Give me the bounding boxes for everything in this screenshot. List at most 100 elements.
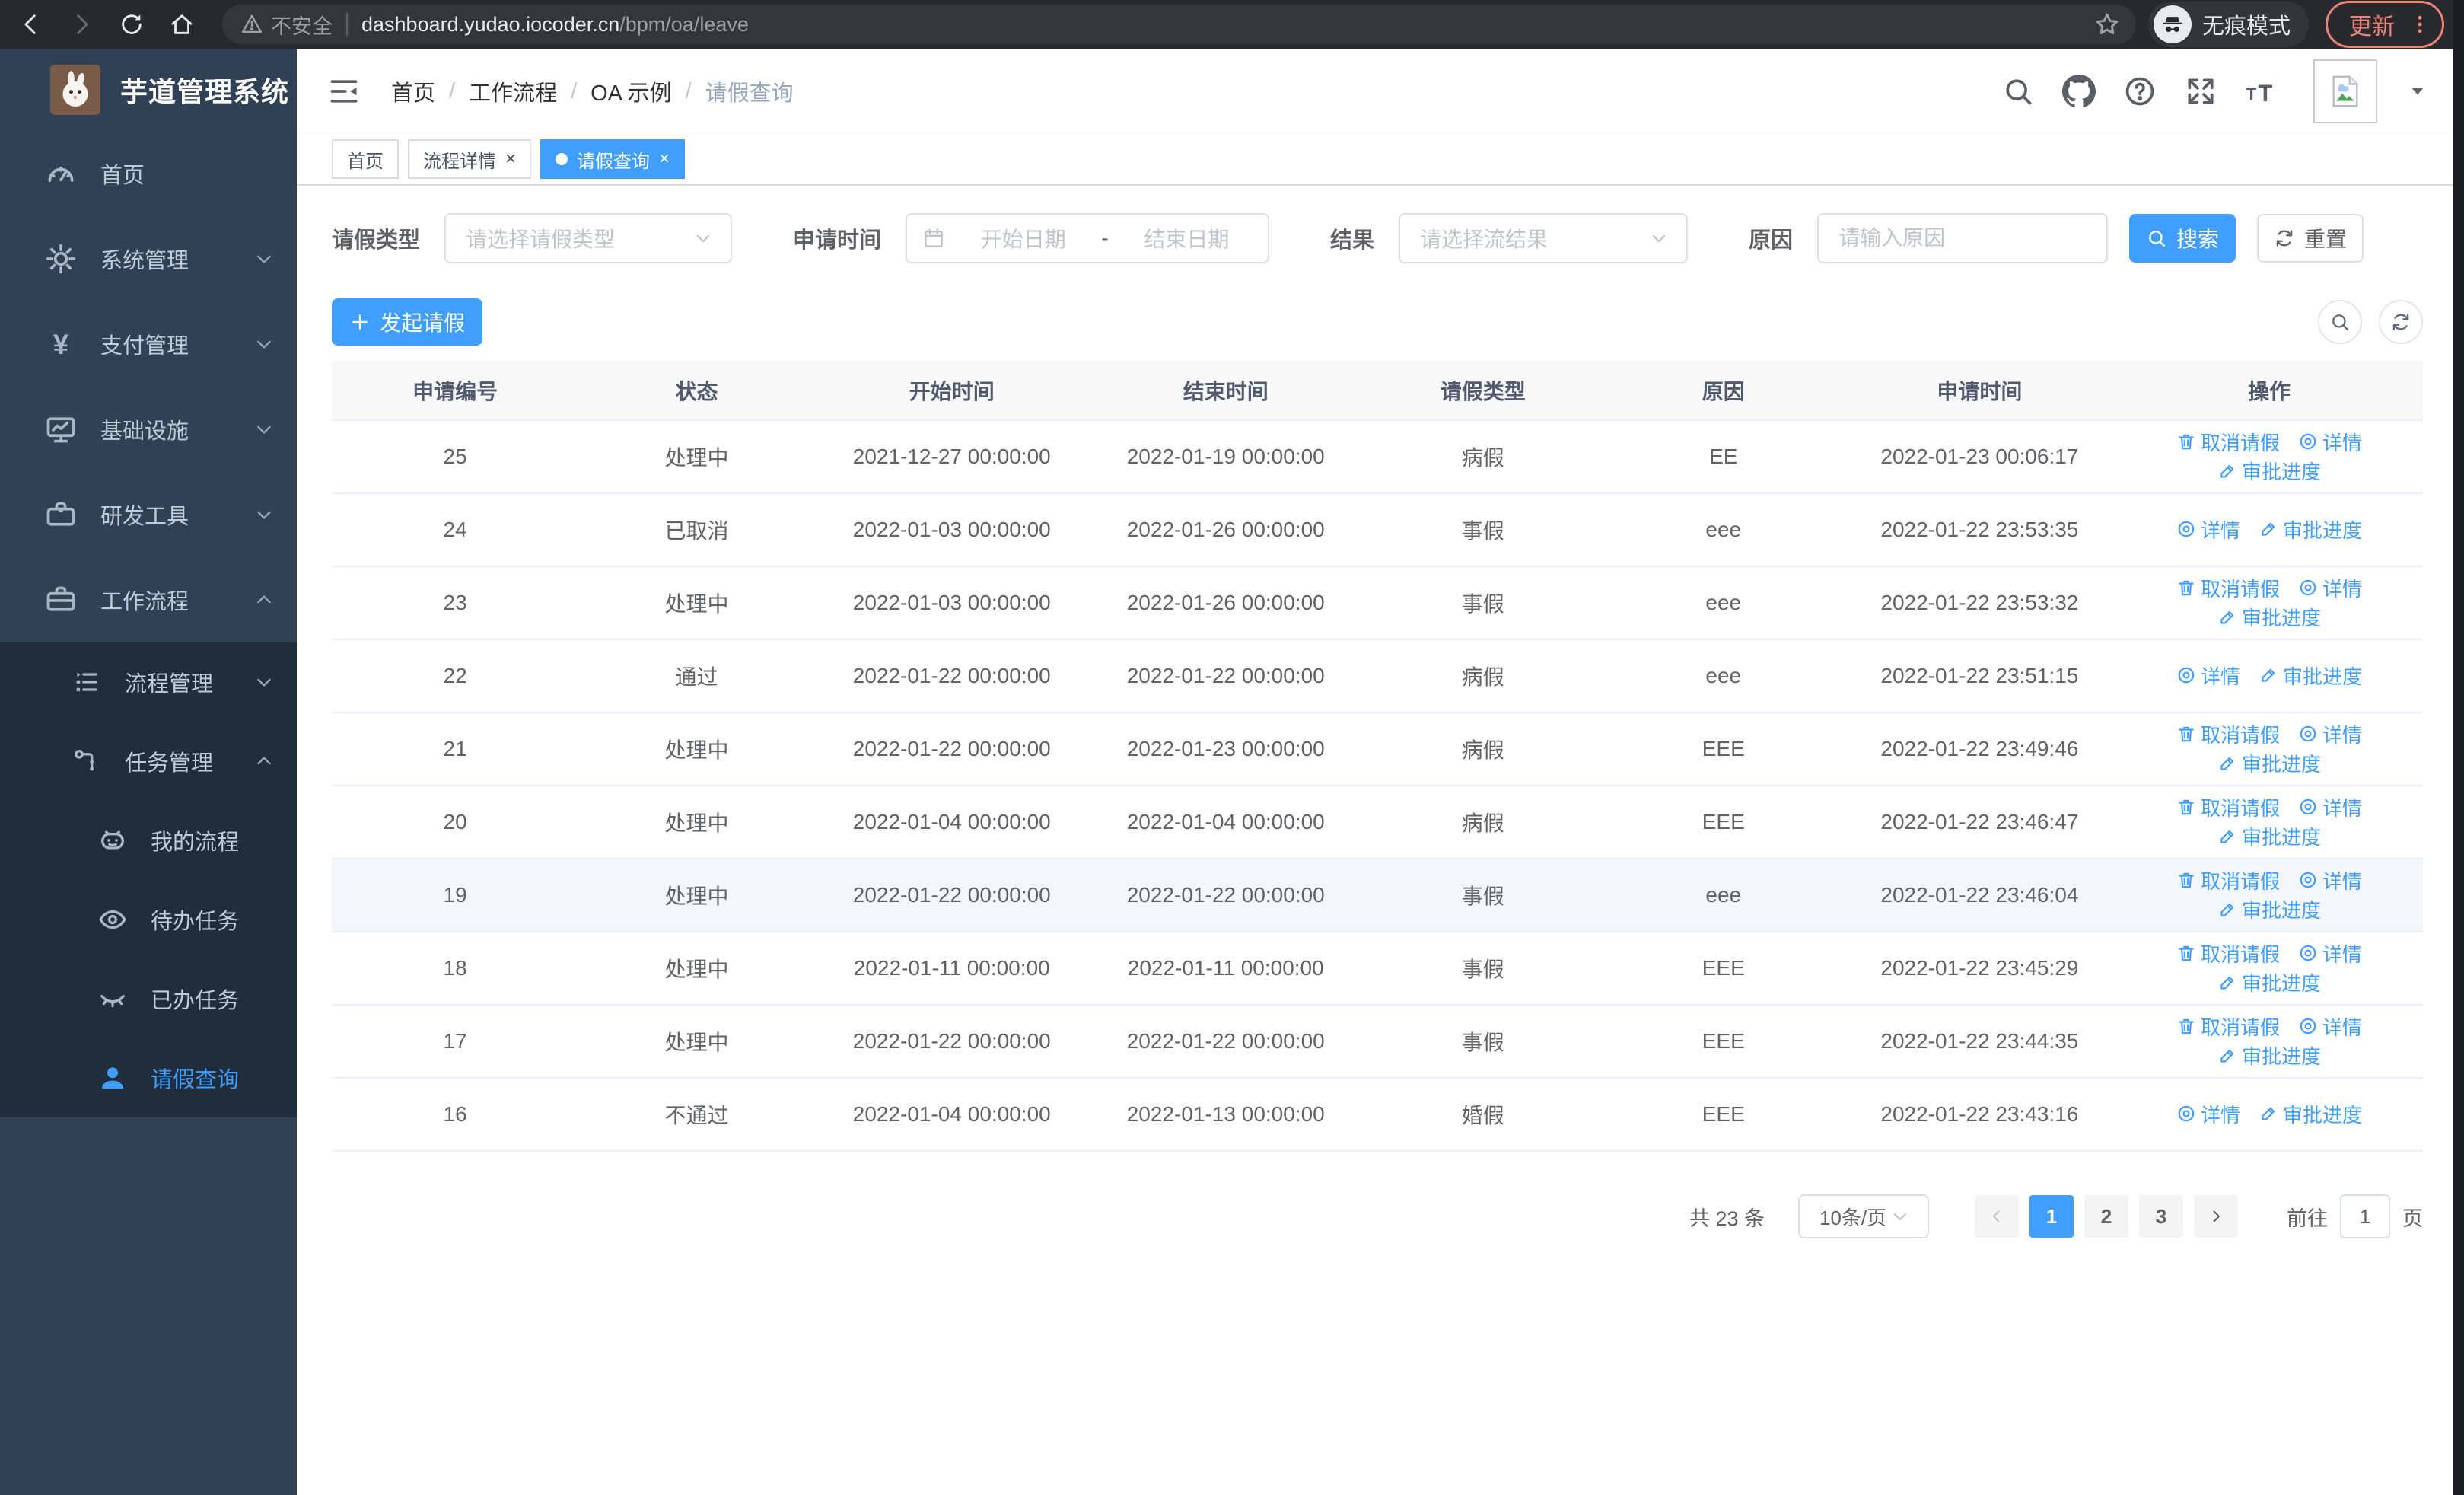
progress-action-link[interactable]: 审批进度 (2217, 457, 2321, 485)
progress-action-link[interactable]: 审批进度 (2217, 895, 2321, 923)
tab-home[interactable]: 首页 (332, 139, 399, 179)
sidebar-item-my-process[interactable]: 我的流程 (0, 801, 297, 880)
cancel-action-link[interactable]: 取消请假 (2176, 939, 2280, 967)
cell-leave-type: 病假 (1362, 786, 1603, 859)
help-icon[interactable] (2123, 75, 2157, 108)
cancel-action-link[interactable]: 取消请假 (2176, 720, 2280, 748)
page-size-select[interactable]: 10条/页 (1798, 1194, 1929, 1238)
browser-reload-button[interactable] (111, 4, 152, 45)
sidebar-item-payment[interactable]: ¥ 支付管理 (0, 301, 297, 387)
show-search-button[interactable] (2318, 300, 2362, 344)
tab-leave-query[interactable]: 请假查询 × (540, 139, 686, 179)
reset-button[interactable]: 重置 (2257, 214, 2364, 263)
create-leave-button[interactable]: 发起请假 (332, 298, 482, 346)
page-button-3[interactable]: 3 (2139, 1195, 2183, 1238)
sidebar-logo-row[interactable]: 芋道管理系统 (0, 49, 297, 131)
cancel-action-link[interactable]: 取消请假 (2176, 866, 2280, 894)
sidebar-item-home[interactable]: 首页 (0, 131, 297, 216)
fontsize-icon[interactable]: TT (2245, 75, 2278, 108)
sidebar-item-process-mgmt[interactable]: 流程管理 (0, 642, 297, 722)
incognito-badge: 无痕模式 (2147, 2, 2309, 47)
progress-action-link[interactable]: 审批进度 (2259, 515, 2362, 543)
cancel-action-link[interactable]: 取消请假 (2176, 793, 2280, 821)
cancel-action-link[interactable]: 取消请假 (2176, 428, 2280, 456)
browser-scrollbar[interactable] (2453, 0, 2464, 1495)
progress-action-link[interactable]: 审批进度 (2217, 603, 2321, 631)
close-icon[interactable]: × (505, 150, 516, 168)
end-date-placeholder: 结束日期 (1144, 228, 1230, 251)
detail-action-link[interactable]: 详情 (2298, 428, 2362, 456)
search-icon[interactable] (2001, 75, 2035, 108)
security-indicator[interactable]: 不安全 (240, 10, 333, 40)
collapse-sidebar-icon[interactable] (327, 75, 361, 108)
avatar[interactable] (2313, 59, 2377, 123)
detail-action-link[interactable]: 详情 (2298, 866, 2362, 894)
next-page-button[interactable] (2194, 1195, 2238, 1238)
browser-back-button[interactable] (11, 4, 52, 45)
progress-action-link[interactable]: 审批进度 (2259, 661, 2362, 690)
dashboard-icon (44, 157, 78, 190)
sidebar: 芋道管理系统 首页 系统管理 ¥ 支付管理 基础设施 研发工具 工作流程 流程管理 任务管理我… (0, 49, 297, 1495)
browser-home-button[interactable] (161, 4, 202, 45)
browser-forward-button[interactable] (61, 4, 102, 45)
trash-icon (2176, 797, 2196, 817)
result-select[interactable]: 请选择流结果 (1399, 213, 1689, 263)
search-button[interactable]: 搜索 (2129, 214, 2236, 263)
progress-action-link[interactable]: 审批进度 (2217, 1041, 2321, 1069)
progress-action-link[interactable]: 审批进度 (2217, 822, 2321, 850)
close-icon[interactable]: × (659, 150, 670, 168)
detail-action-link[interactable]: 详情 (2176, 661, 2240, 690)
breadcrumb-item[interactable]: 工作流程 (469, 75, 557, 107)
breadcrumb-separator: / (685, 78, 692, 104)
header-tools: TT (2001, 59, 2427, 123)
detail-action-link[interactable]: 详情 (2298, 793, 2362, 821)
fullscreen-icon[interactable] (2184, 75, 2217, 108)
page-button-1[interactable]: 1 (2029, 1195, 2074, 1238)
detail-action-link[interactable]: 详情 (2298, 939, 2362, 967)
page-button-2[interactable]: 2 (2084, 1195, 2128, 1238)
sidebar-item-workflow[interactable]: 工作流程 (0, 557, 297, 642)
cell-start-time: 2022-01-03 00:00:00 (814, 493, 1089, 567)
browser-update-menu[interactable]: 更新 (2326, 1, 2444, 48)
detail-action-link[interactable]: 详情 (2176, 1100, 2240, 1128)
table-row: 24 已取消 2022-01-03 00:00:00 2022-01-26 00:00… (332, 493, 2423, 567)
sidebar-item-todo-tasks[interactable]: 待办任务 (0, 880, 297, 959)
prev-page-button[interactable] (1975, 1195, 2019, 1238)
cell-actions: 取消请假 详情 审批进度 (2115, 420, 2423, 494)
detail-action-link[interactable]: 详情 (2298, 1012, 2362, 1041)
github-icon[interactable] (2062, 75, 2096, 108)
cell-actions: 详情 审批进度 (2115, 493, 2423, 567)
sidebar-item-devtools[interactable]: 研发工具 (0, 472, 297, 557)
progress-action-link[interactable]: 审批进度 (2217, 749, 2321, 777)
cancel-action-link[interactable]: 取消请假 (2176, 1012, 2280, 1041)
detail-action-link[interactable]: 详情 (2298, 720, 2362, 748)
sidebar-item-leave-query[interactable]: 请假查询 (0, 1038, 297, 1117)
action-label: 取消请假 (2200, 796, 2280, 820)
address-bar[interactable]: 不安全 dashboard.yudao.iocoder.cn /bpm/oa/l… (222, 5, 2136, 44)
progress-action-link[interactable]: 审批进度 (2259, 1100, 2362, 1128)
app-logo (50, 65, 100, 115)
detail-action-link[interactable]: 详情 (2298, 574, 2362, 602)
edit-icon (2217, 900, 2237, 920)
incognito-icon (2160, 11, 2185, 37)
action-label: 取消请假 (2200, 1015, 2280, 1039)
breadcrumb-item[interactable]: 首页 (391, 75, 435, 107)
progress-action-link[interactable]: 审批进度 (2217, 968, 2321, 996)
sidebar-item-done-tasks[interactable]: 已办任务 (0, 959, 297, 1038)
bookmark-star-icon[interactable] (2093, 11, 2121, 38)
goto-page-input[interactable] (2340, 1194, 2390, 1238)
refresh-table-button[interactable] (2379, 300, 2423, 344)
cancel-action-link[interactable]: 取消请假 (2176, 574, 2280, 602)
tab-process-detail[interactable]: 流程详情 × (408, 139, 532, 179)
sidebar-item-task-mgmt[interactable]: 任务管理 (0, 722, 297, 801)
leave-type-select[interactable]: 请选择请假类型 (444, 213, 733, 263)
sidebar-item-system[interactable]: 系统管理 (0, 216, 297, 301)
edit-icon (2217, 827, 2237, 846)
action-label: 取消请假 (2200, 723, 2280, 747)
action-label: 审批进度 (2241, 607, 2321, 630)
detail-action-link[interactable]: 详情 (2176, 515, 2240, 543)
breadcrumb-item[interactable]: OA 示例 (591, 75, 671, 107)
sidebar-item-infra[interactable]: 基础设施 (0, 387, 297, 472)
reason-input[interactable] (1838, 226, 2087, 250)
apply-time-range-picker[interactable]: 开始日期 - 结束日期 (906, 213, 1270, 263)
